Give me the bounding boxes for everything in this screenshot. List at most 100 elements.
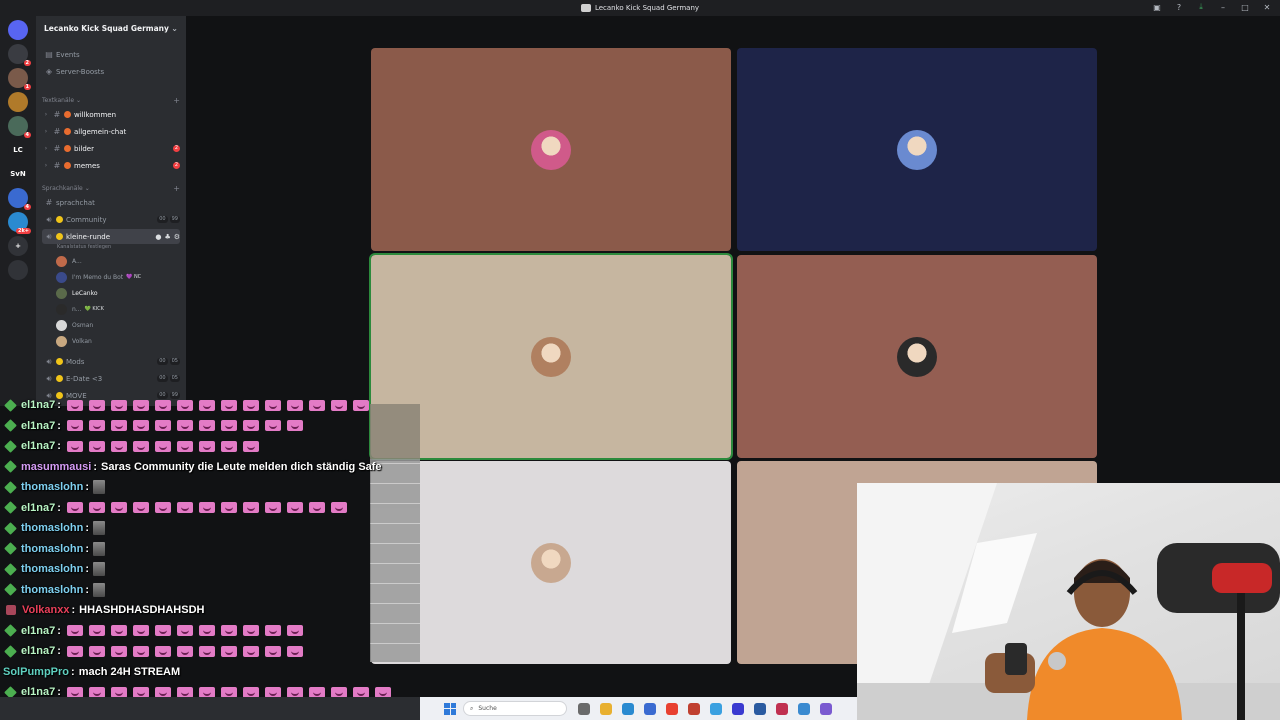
download-icon[interactable]: ⤓ — [1196, 2, 1206, 12]
invite-icon[interactable]: ♣ — [164, 233, 170, 241]
sub-badge-icon — [4, 419, 17, 432]
taskbar-app-icon[interactable] — [600, 702, 612, 715]
taskbar-app-icon[interactable] — [710, 702, 722, 715]
emote-icon — [132, 625, 149, 636]
inbox-icon[interactable]: ▣ — [1152, 2, 1162, 12]
channel-sprachchat[interactable]: # sprachchat — [42, 195, 180, 210]
sub-badge-icon — [4, 624, 17, 637]
voice-user[interactable]: n... 💚 KICK — [56, 302, 104, 316]
voice-user[interactable]: Volkan — [56, 334, 92, 348]
status-dot — [64, 128, 71, 135]
chat-username[interactable]: el1na7 — [21, 502, 55, 514]
chat-separator: : — [57, 624, 61, 637]
chat-username[interactable]: el1na7 — [21, 399, 55, 411]
minimize-icon[interactable]: – — [1218, 2, 1228, 12]
voice-channel[interactable]: 🔊︎ Community 00 99 — [42, 212, 180, 227]
server-icon[interactable]: LC — [8, 140, 28, 160]
category-voice-label: Sprachkanäle — [42, 185, 83, 192]
count-current: 00 — [157, 375, 168, 382]
chat-username[interactable]: el1na7 — [21, 440, 55, 452]
taskbar-app-icon[interactable] — [578, 702, 590, 715]
emote-icon — [308, 399, 325, 411]
taskbar-app-icon[interactable] — [776, 702, 788, 715]
server-icon[interactable] — [8, 92, 28, 112]
taskbar-app-icon[interactable] — [732, 702, 744, 715]
voice-channel-label: Community — [66, 215, 107, 224]
user-count: 00 99 — [157, 216, 180, 223]
server-icon[interactable] — [8, 260, 28, 280]
taskbar-app-icon[interactable] — [754, 702, 766, 715]
emote-icon — [154, 399, 171, 411]
maximize-icon[interactable]: □ — [1240, 2, 1250, 12]
channel-memes[interactable]: › # memes 2 — [42, 158, 180, 173]
chat-username[interactable]: SolPumpPro — [3, 666, 69, 678]
channel-label: allgemein-chat — [74, 127, 127, 136]
participant-tile[interactable] — [371, 461, 731, 664]
server-icon[interactable]: 4 — [8, 188, 31, 210]
category-text[interactable]: Textkanäle ⌄ + — [42, 93, 180, 108]
taskbar-app-icon[interactable] — [622, 702, 634, 715]
server-icon[interactable]: SvN — [8, 164, 28, 184]
add-channel-icon[interactable]: + — [173, 184, 180, 193]
chat-username[interactable]: el1na7 — [21, 420, 55, 432]
voice-user[interactable]: A... — [56, 254, 82, 268]
guild-header[interactable]: Lecanko Kick Squad Germany ⌄ — [36, 16, 186, 40]
taskbar-app-icon[interactable] — [644, 702, 656, 715]
server-icon[interactable]: 4 — [8, 116, 31, 138]
avatar — [56, 319, 67, 331]
voice-channel[interactable]: 🔊︎ E-Date <3 00 05 — [42, 371, 180, 386]
taskbar-app-icon[interactable] — [688, 702, 700, 715]
chat-username[interactable]: thomaslohn — [21, 481, 83, 493]
voice-channel[interactable]: 🔊︎ kleine-runde ● ♣ ⚙ — [42, 229, 180, 244]
channel-allgemein-chat[interactable]: › # allgemein-chat — [42, 124, 180, 139]
participant-tile[interactable] — [737, 48, 1097, 251]
channel-bilder[interactable]: › # bilder 2 — [42, 141, 180, 156]
chat-username[interactable]: thomaslohn — [21, 584, 83, 596]
server-icon[interactable] — [8, 20, 28, 40]
emote-icon — [198, 502, 215, 513]
chat-separator: : — [85, 481, 90, 493]
category-voice[interactable]: Sprachkanäle ⌄ + — [42, 181, 180, 196]
taskbar-search[interactable]: ⌕ Suche — [463, 701, 567, 716]
chat-username[interactable]: masummausi — [21, 461, 91, 473]
taskbar-app-icon[interactable] — [666, 702, 678, 715]
avatar — [56, 303, 67, 315]
chat-icon[interactable]: ● — [155, 233, 161, 241]
chat-username[interactable]: thomaslohn — [21, 563, 83, 575]
channel-status[interactable]: Kanalstatus festlegen — [57, 244, 111, 250]
sidebar-item-events[interactable]: ▤ Events — [42, 47, 180, 62]
emote-icon — [176, 625, 193, 636]
participant-tile[interactable] — [371, 48, 731, 251]
unread-badge: 2 — [172, 162, 180, 169]
emote-icon — [176, 645, 193, 657]
add-channel-icon[interactable]: + — [173, 96, 180, 105]
emote-icon — [176, 399, 193, 411]
server-icon[interactable]: 2k+ — [8, 212, 31, 234]
voice-user-name: A... — [72, 257, 82, 265]
chat-text: HHASHDHASDHAHSDH — [79, 604, 205, 616]
voice-user[interactable]: I'm Memo du Bot 💜 NC — [56, 270, 141, 284]
participant-tile[interactable] — [369, 253, 733, 460]
server-icon[interactable]: + — [8, 236, 28, 256]
gear-icon[interactable]: ⚙ — [174, 233, 180, 241]
help-icon[interactable]: ? — [1174, 2, 1184, 12]
voice-channel[interactable]: 🔊︎ Mods 00 05 — [42, 354, 180, 369]
emote-icon — [154, 625, 171, 636]
chat-username[interactable]: el1na7 — [21, 625, 55, 637]
voice-user[interactable]: Osman — [56, 318, 93, 332]
chat-username[interactable]: thomaslohn — [21, 522, 83, 534]
participant-tile[interactable] — [737, 255, 1097, 458]
close-icon[interactable]: ✕ — [1262, 2, 1272, 12]
chat-username[interactable]: el1na7 — [21, 645, 55, 657]
chat-username[interactable]: thomaslohn — [21, 543, 83, 555]
server-icon[interactable]: 1 — [8, 68, 31, 90]
voice-user[interactable]: LeCanko — [56, 286, 98, 300]
server-icon[interactable]: 2 — [8, 44, 31, 66]
chat-username[interactable]: Volkanxx — [22, 604, 70, 616]
channel-willkommen[interactable]: › # willkommen — [42, 107, 180, 122]
taskbar-app-icon[interactable] — [820, 702, 832, 715]
taskbar-app-icon[interactable] — [798, 702, 810, 715]
sidebar-item-server-boosts[interactable]: ◈ Server-Boosts — [42, 64, 180, 79]
start-icon[interactable] — [444, 702, 456, 715]
discord-logo-icon — [580, 4, 591, 12]
